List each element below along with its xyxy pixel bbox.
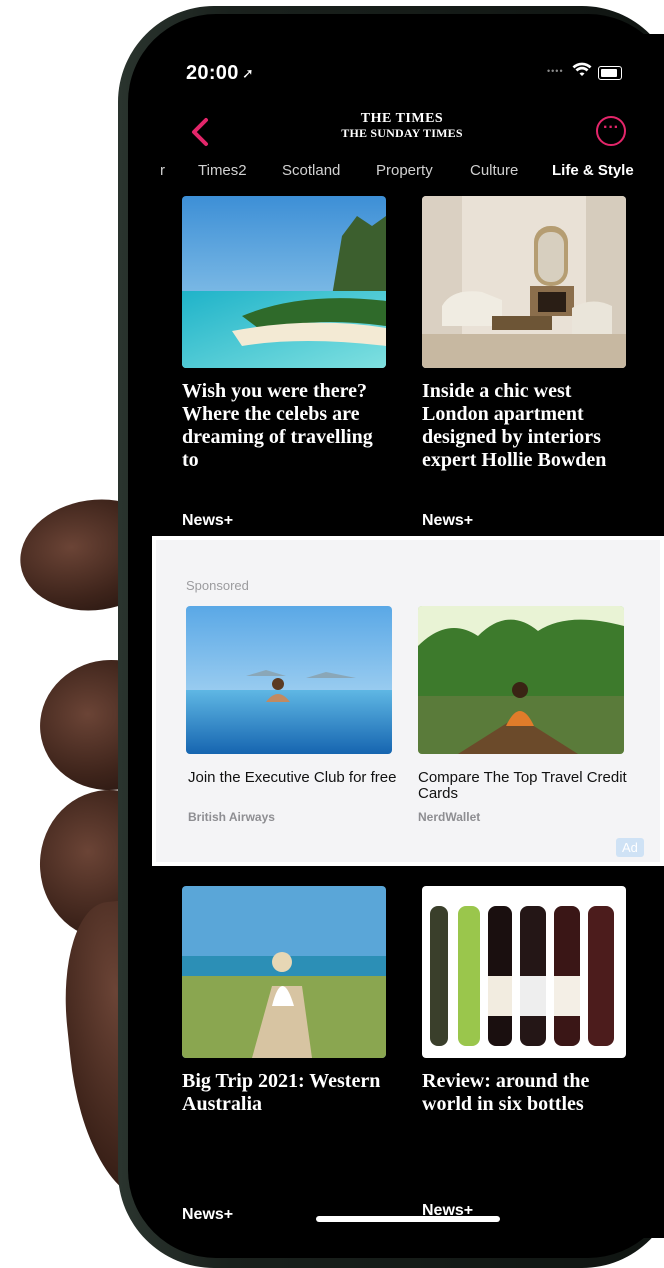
apple-news-plus-badge: News+ xyxy=(422,512,474,529)
tab-life-style[interactable]: Life & Style xyxy=(552,162,634,179)
masthead-subtitle: THE SUNDAY TIMES xyxy=(341,126,463,140)
home-indicator[interactable] xyxy=(316,1216,500,1222)
signal-icon: •••• xyxy=(547,66,564,76)
apple-news-plus-badge: News+ xyxy=(182,1206,234,1223)
tab-scotland[interactable]: Scotland xyxy=(282,162,340,179)
ad-image-infinity-pool[interactable] xyxy=(186,606,392,754)
article-image-wine-bottles xyxy=(422,886,626,1058)
publication-masthead: THE TIMES THE SUNDAY TIMES xyxy=(302,111,502,141)
sponsored-ad-unit: Sponsored Join the Executive Club for fr… xyxy=(152,536,664,866)
sponsored-label: Sponsored xyxy=(186,578,249,593)
tab-culture[interactable]: Culture xyxy=(470,162,518,179)
ad-title[interactable]: Compare The Top Travel Credit Cards xyxy=(418,770,628,802)
status-time: 20:00 xyxy=(186,62,239,84)
article-headline: Wish you were there? Where the celebs ar… xyxy=(182,380,373,471)
back-chevron-icon[interactable] xyxy=(186,112,216,152)
battery-icon xyxy=(598,66,622,80)
tab-partial[interactable]: r xyxy=(160,162,165,179)
status-bar: 20:00 ➚ •••• xyxy=(152,62,664,92)
article-headline: Review: around the world in six bottles xyxy=(422,1070,590,1115)
ad-sponsor: British Airways xyxy=(188,810,275,824)
ellipsis-circle-icon[interactable]: ··· xyxy=(596,116,626,146)
ad-badge: Ad xyxy=(616,838,644,857)
location-arrow-icon: ➚ xyxy=(242,65,254,81)
article-image-coast-path xyxy=(182,886,386,1058)
tab-times2[interactable]: Times2 xyxy=(198,162,247,179)
ad-sponsor: NerdWallet xyxy=(418,810,481,824)
article-image-interior xyxy=(422,196,626,368)
phone-screen: 20:00 ➚ •••• THE TIMES THE SUNDAY TIMES … xyxy=(152,34,664,1238)
section-tabs: r Times2 Scotland Property Culture Life … xyxy=(152,162,664,186)
article-image-beach xyxy=(182,196,386,368)
article-headline: Inside a chic west London apartment desi… xyxy=(422,380,607,471)
tab-property[interactable]: Property xyxy=(376,162,433,179)
apple-news-plus-badge: News+ xyxy=(182,512,234,529)
masthead-title: THE TIMES xyxy=(360,111,444,126)
wifi-icon xyxy=(572,62,592,76)
ad-title[interactable]: Join the Executive Club for free xyxy=(188,770,398,786)
article-headline: Big Trip 2021: Western Australia xyxy=(182,1070,381,1115)
ad-image-jungle-boat[interactable] xyxy=(418,606,624,754)
